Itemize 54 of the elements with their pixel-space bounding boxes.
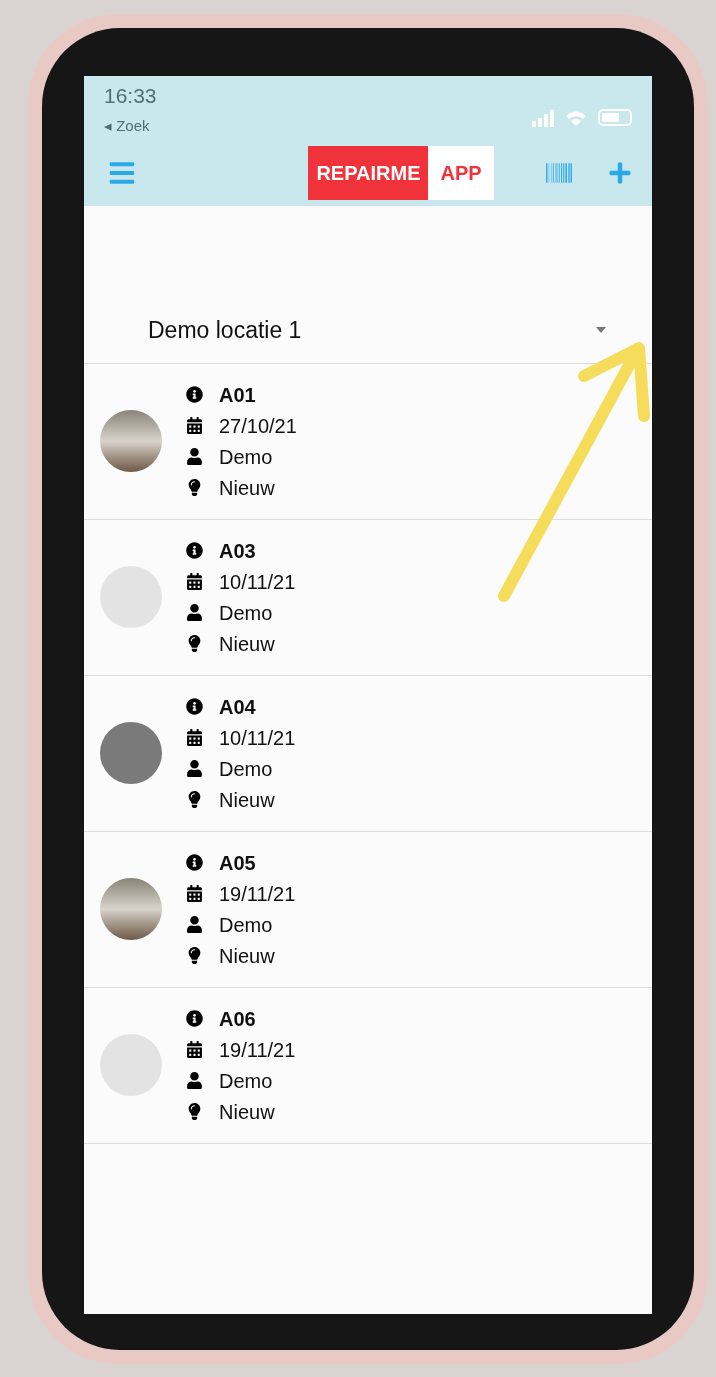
repair-user: Demo bbox=[219, 756, 273, 782]
dropdown-caret-icon bbox=[596, 327, 606, 333]
repair-date: 10/11/21 bbox=[219, 569, 296, 595]
repair-user: Demo bbox=[219, 912, 273, 938]
lightbulb-icon bbox=[186, 791, 203, 808]
logo-text: REPAIRME bbox=[308, 145, 429, 200]
lightbulb-icon bbox=[186, 479, 203, 496]
person-icon bbox=[186, 448, 203, 465]
location-select[interactable]: Demo locatie 1 bbox=[84, 297, 652, 364]
info-icon bbox=[186, 698, 203, 715]
lightbulb-icon bbox=[186, 1103, 203, 1120]
repair-date: 10/11/21 bbox=[219, 725, 296, 751]
info-icon bbox=[186, 542, 203, 559]
repair-status: Nieuw bbox=[219, 943, 275, 969]
person-icon bbox=[186, 916, 203, 933]
repair-code: A04 bbox=[219, 694, 256, 720]
repair-status: Nieuw bbox=[219, 787, 275, 813]
battery-icon bbox=[598, 108, 632, 126]
repair-user: Demo bbox=[219, 600, 273, 626]
back-link[interactable]: ◂ Zoek bbox=[104, 115, 157, 138]
add-icon[interactable] bbox=[608, 160, 632, 185]
repair-code: A01 bbox=[219, 382, 256, 408]
repair-date: 19/11/21 bbox=[219, 881, 296, 907]
calendar-icon bbox=[186, 573, 203, 590]
repair-status: Nieuw bbox=[219, 475, 275, 501]
repair-status: Nieuw bbox=[219, 631, 275, 657]
repair-date: 27/10/21 bbox=[219, 413, 297, 439]
calendar-icon bbox=[186, 1041, 203, 1058]
calendar-icon bbox=[186, 729, 203, 746]
person-icon bbox=[186, 760, 203, 777]
repair-code: A05 bbox=[219, 850, 256, 876]
repair-list-item[interactable]: A04 10/11/21 Demo Nieuw bbox=[84, 675, 652, 832]
repair-user: Demo bbox=[219, 1068, 273, 1094]
logo-text: APP bbox=[428, 145, 494, 200]
lightbulb-icon bbox=[186, 947, 203, 964]
calendar-icon bbox=[186, 417, 203, 434]
repair-list-item[interactable]: A01 27/10/21 Demo Nieuw bbox=[84, 363, 652, 520]
repair-user: Demo bbox=[219, 444, 273, 470]
status-time: 16:33 bbox=[104, 82, 157, 109]
repair-list-item[interactable]: A05 19/11/21 Demo Nieuw bbox=[84, 831, 652, 988]
signal-icon bbox=[532, 107, 554, 127]
person-icon bbox=[186, 604, 203, 621]
calendar-icon bbox=[186, 885, 203, 902]
person-icon bbox=[186, 1072, 203, 1089]
info-icon bbox=[186, 854, 203, 871]
repair-list-item[interactable]: A03 10/11/21 Demo Nieuw bbox=[84, 519, 652, 676]
repair-list-item[interactable]: A06 19/11/21 Demo Nieuw bbox=[84, 987, 652, 1144]
info-icon bbox=[186, 1010, 203, 1027]
info-icon bbox=[186, 386, 203, 403]
lightbulb-icon bbox=[186, 635, 203, 652]
repair-code: A03 bbox=[219, 538, 256, 564]
repair-status: Nieuw bbox=[219, 1099, 275, 1125]
repair-code: A06 bbox=[219, 1006, 256, 1032]
repair-date: 19/11/21 bbox=[219, 1037, 296, 1063]
